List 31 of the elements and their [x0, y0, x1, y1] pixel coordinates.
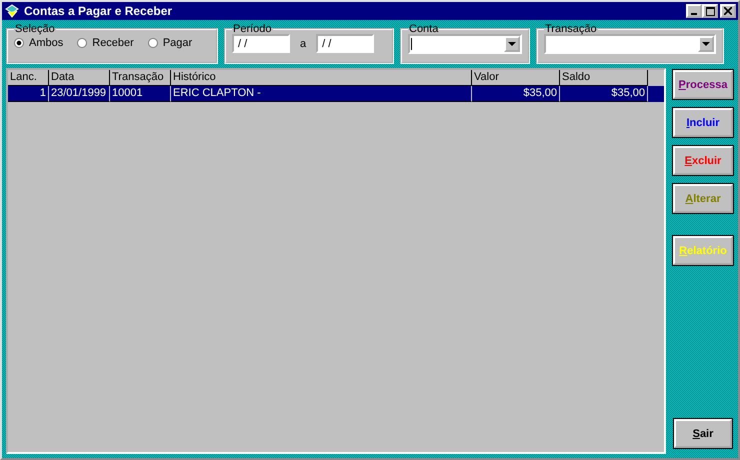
minimize-button[interactable]	[686, 4, 702, 18]
table-cell: 23/01/1999	[49, 86, 110, 102]
column-header[interactable]: Valor	[472, 70, 560, 86]
table-cell: 10001	[110, 86, 171, 102]
maximize-button[interactable]	[702, 4, 718, 18]
maximize-icon	[706, 6, 714, 16]
table-cell: $35,00	[472, 86, 560, 102]
table-row[interactable]: 1 23/01/1999 10001 ERIC CLAPTON - $35,00 $35,00	[8, 86, 664, 102]
start-date-field[interactable]: / /	[232, 34, 290, 53]
column-header[interactable]: Data	[49, 70, 110, 86]
action-button[interactable]: Sair	[674, 419, 732, 448]
radio-option[interactable]: Ambos	[14, 37, 64, 49]
table-cell: $35,00	[560, 86, 648, 102]
column-header[interactable]: Lanc.	[8, 70, 49, 86]
caret-icon	[702, 42, 710, 46]
table-cell: 1	[8, 86, 49, 102]
caret-icon	[508, 42, 516, 46]
action-button[interactable]: Processa	[673, 70, 733, 99]
window-title: Contas a Pagar e Receber	[24, 4, 174, 18]
column-header[interactable]: Histórico	[171, 70, 472, 86]
table-cell: ERIC CLAPTON -	[171, 86, 472, 102]
close-button[interactable]	[720, 4, 736, 18]
range-separator: a	[299, 38, 308, 50]
close-icon	[724, 7, 732, 15]
app-icon	[4, 3, 20, 19]
column-header[interactable]: Transação	[110, 70, 171, 86]
column-header[interactable]: Saldo	[560, 70, 648, 86]
action-button[interactable]: Incluir	[673, 108, 733, 137]
end-date-field[interactable]: / /	[316, 34, 374, 53]
radio-option[interactable]: Pagar	[148, 37, 192, 49]
radio-option[interactable]: Receber	[77, 37, 134, 49]
